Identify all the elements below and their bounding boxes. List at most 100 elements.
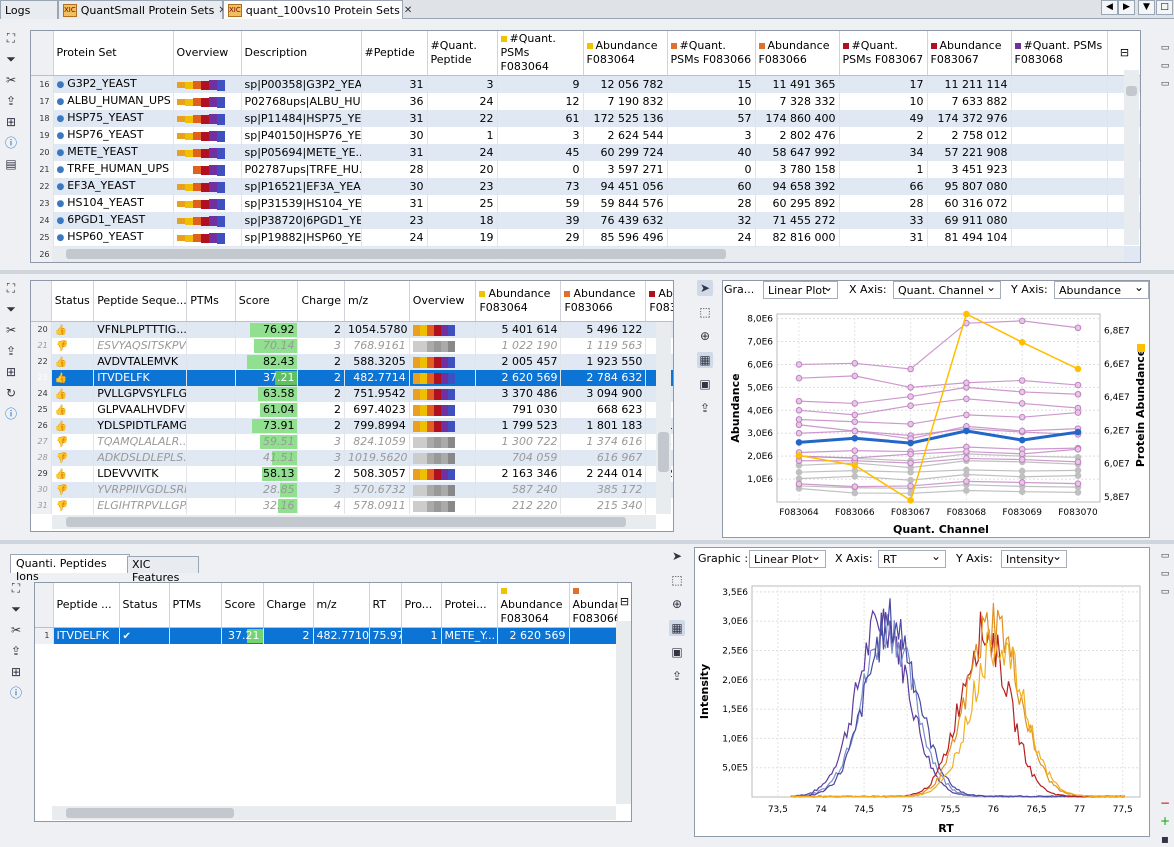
data-point[interactable] — [1074, 409, 1082, 416]
header-abundance-2[interactable]: Abundance F083066 — [560, 281, 647, 322]
data-point[interactable] — [1018, 413, 1026, 421]
header-description[interactable]: Description — [241, 31, 362, 76]
data-point[interactable] — [963, 478, 970, 485]
table-row[interactable]: 1 ITVDELFK ✔ 37.21 2 482.7710 75.97 1 ME… — [35, 627, 631, 644]
table-row[interactable]: 21 ● TRFE_HUMAN_UPS P02787ups|TRFE_HU... 28… — [31, 161, 1140, 178]
selection-icon[interactable]: ⬚ — [669, 572, 685, 588]
header-abundance-1[interactable]: Abundance F083064 — [583, 31, 668, 76]
info-icon[interactable]: ⓘ — [3, 135, 19, 151]
header-peptide-count[interactable]: #Peptide — [361, 31, 428, 76]
data-point[interactable] — [907, 420, 914, 428]
data-point[interactable] — [1018, 388, 1026, 396]
table-row[interactable]: 21 👎 ESVYAQSITSKPVK 70.14 3 768.9161 1 022 190… — [31, 337, 673, 354]
data-point[interactable] — [795, 361, 803, 368]
table-row[interactable]: 16 ● G3P2_YEAST sp|P00358|G3P2_YEA... 31 3 9 1… — [31, 75, 1140, 93]
table-row[interactable]: 23 👍 ITVDELFK 37.21 2 482.7714 2 620 569 2 784 … — [31, 369, 673, 386]
data-point[interactable] — [1074, 381, 1082, 389]
table-row[interactable]: 28 👎 ADKDSLDLEPLS... 41.51 3 1019.5620 704 059… — [31, 449, 673, 466]
table-row[interactable]: 25 👍 GLPVAALHVDFVR 61.04 2 697.4023 791 030 668… — [31, 401, 673, 418]
table-row[interactable]: 24 ● 6PGD1_YEAST sp|P38720|6PGD1_YE... 23 18… — [31, 212, 1140, 229]
add-view-icon[interactable]: ⊞ — [3, 364, 19, 380]
protein-vertical-scrollbar[interactable] — [1124, 70, 1139, 245]
data-point[interactable] — [1018, 338, 1026, 346]
data-point[interactable] — [963, 395, 970, 403]
header-pro[interactable]: Pro... — [401, 583, 442, 628]
data-point[interactable] — [1018, 479, 1026, 486]
table-row[interactable]: 25 ● HSP60_YEAST sp|P19882|HSP60_YE... 24 19… — [31, 229, 1140, 246]
table-row[interactable]: 22 ● EF3A_YEAST sp|P16521|EF3A_YEA... 30 23 7… — [31, 178, 1140, 195]
zoom-icon[interactable]: ⊕ — [697, 328, 713, 344]
protein-horizontal-scrollbar[interactable] — [52, 247, 1124, 261]
data-point[interactable] — [1018, 317, 1026, 325]
header-ptms[interactable]: PTMs — [186, 281, 236, 322]
data-point[interactable] — [963, 455, 970, 462]
graphic-type-select[interactable]: Linear Plot — [749, 549, 826, 568]
abundance-chart[interactable]: 1,0E6 2,0E6 3,0E6 4,0E6 5,0E6 6,0E6 7,0E6 8,0E6… — [722, 302, 1150, 538]
header-abundance-1[interactable]: Abundance F083064 — [475, 281, 562, 322]
header-mz[interactable]: m/z — [313, 583, 370, 628]
data-point[interactable] — [795, 439, 803, 446]
export-icon[interactable]: ⇪ — [669, 668, 685, 684]
data-point[interactable] — [907, 468, 914, 476]
data-point[interactable] — [851, 473, 859, 480]
data-point[interactable] — [907, 365, 914, 373]
tab-quantsmall[interactable]: XICQuantSmall Protein Sets✕ — [58, 0, 227, 19]
table-row[interactable]: 20 ● METE_YEAST sp|P05694|METE_YE... 31 24 45… — [31, 144, 1140, 161]
data-point[interactable] — [1018, 488, 1026, 495]
y-axis-select[interactable]: Abundance — [1054, 280, 1149, 299]
maximize-icon[interactable]: □ — [1156, 0, 1173, 15]
remove-icon[interactable]: − — [1157, 795, 1173, 811]
header-quant-psms-2[interactable]: #Quant. PSMs F083066 — [667, 31, 756, 76]
data-point[interactable] — [963, 487, 970, 494]
data-point[interactable] — [1018, 450, 1026, 458]
header-ptms[interactable]: PTMs — [169, 583, 222, 628]
add-view-icon[interactable]: ⊞ — [3, 114, 19, 130]
tools-icon[interactable]: ✂ — [3, 72, 19, 88]
data-point[interactable] — [851, 359, 859, 367]
data-point[interactable] — [907, 476, 914, 484]
data-point[interactable] — [1074, 467, 1082, 474]
header-status[interactable]: Status — [119, 583, 170, 628]
binoculars-icon[interactable]: ⛶ — [8, 580, 24, 596]
header-mz[interactable]: m/z — [344, 281, 410, 322]
header-protein[interactable]: Protei... — [441, 583, 498, 628]
data-point[interactable] — [795, 416, 803, 423]
header-protein-set[interactable]: Protein Set — [53, 31, 174, 76]
data-point[interactable] — [851, 483, 859, 490]
panel-icon[interactable]: ▭ — [1157, 40, 1173, 56]
header-abundance-3[interactable]: Abundance F083067 — [927, 31, 1012, 76]
peptide-horizontal-scrollbar[interactable] — [52, 515, 656, 529]
filter-icon[interactable]: ⏷ — [3, 301, 19, 317]
zoom-icon[interactable]: ⊕ — [669, 596, 685, 612]
ions-vertical-scrollbar[interactable] — [616, 621, 631, 804]
table-row[interactable]: 31 👎 ELGIHTRPVLLGP... 32.16 4 578.0911 212 220… — [31, 497, 673, 514]
data-point[interactable] — [795, 480, 803, 488]
data-point[interactable] — [963, 427, 970, 435]
table-row[interactable]: 24 👍 PVLLGPVSYLFLGK 63.58 2 751.9542 3 370 486… — [31, 385, 673, 402]
data-point[interactable] — [851, 454, 859, 462]
table-row[interactable]: 19 ● HSP76_YEAST sp|P40150|HSP76_YE... 30 1 3… — [31, 127, 1140, 144]
header-abundance-2[interactable]: Abundance F083066 — [755, 31, 840, 76]
column-chooser-icon[interactable]: ⊟ — [1107, 31, 1140, 76]
xic-chart[interactable]: 5,0E5 1,0E6 1,5E6 2,0E6 2,5E6 3,0E6 3,5E6 73,5 7… — [694, 572, 1150, 837]
data-point[interactable] — [851, 411, 859, 419]
data-point[interactable] — [907, 450, 914, 458]
data-point[interactable] — [907, 384, 914, 391]
tab-list-icon[interactable]: ▼ — [1138, 0, 1155, 15]
data-point[interactable] — [1018, 427, 1026, 435]
data-point[interactable] — [795, 421, 803, 429]
data-point[interactable] — [963, 471, 970, 478]
image-export-icon[interactable]: ▣ — [697, 376, 713, 392]
pointer-icon[interactable]: ➤ — [669, 548, 685, 564]
data-point[interactable] — [1074, 472, 1082, 479]
add-view-icon[interactable]: ⊞ — [8, 664, 24, 680]
header-quant-psms-1[interactable]: #Quant. PSMs F083064 — [497, 31, 584, 76]
data-point[interactable] — [963, 448, 970, 455]
table-row[interactable]: 23 ● HS104_YEAST sp|P31539|HS104_YE... 31 25… — [31, 195, 1140, 212]
data-point[interactable] — [1018, 473, 1026, 481]
data-point[interactable] — [795, 397, 803, 405]
data-point[interactable] — [907, 439, 914, 447]
tab-logs[interactable]: Logs — [0, 0, 58, 19]
header-quant-peptide[interactable]: #Quant. Peptide — [427, 31, 498, 76]
data-point[interactable] — [1074, 458, 1082, 466]
